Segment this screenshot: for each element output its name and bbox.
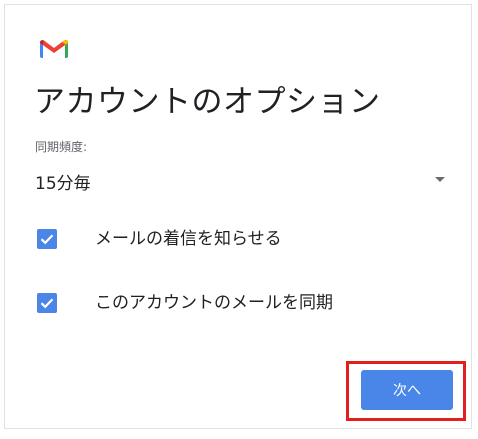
notify-option-row[interactable]: メールの着信を知らせる: [37, 227, 417, 251]
sync-frequency-label: 同期頻度:: [35, 140, 88, 154]
notify-checkbox[interactable]: [37, 229, 57, 249]
sync-mail-option-label: このアカウントのメールを同期: [95, 293, 333, 313]
next-button[interactable]: 次へ: [361, 370, 453, 410]
page-title: アカウントのオプション: [34, 84, 381, 120]
checkmark-icon: [40, 234, 54, 245]
sync-mail-option-row[interactable]: このアカウントのメールを同期: [37, 291, 417, 315]
gmail-logo-icon: [40, 39, 68, 58]
checkmark-icon: [40, 298, 54, 309]
dropdown-arrow-icon: [435, 177, 445, 182]
sync-frequency-select[interactable]: 15分毎: [27, 160, 455, 200]
notify-option-label: メールの着信を知らせる: [95, 229, 282, 249]
sync-frequency-value: 15分毎: [35, 174, 91, 194]
sync-mail-checkbox[interactable]: [37, 293, 57, 313]
